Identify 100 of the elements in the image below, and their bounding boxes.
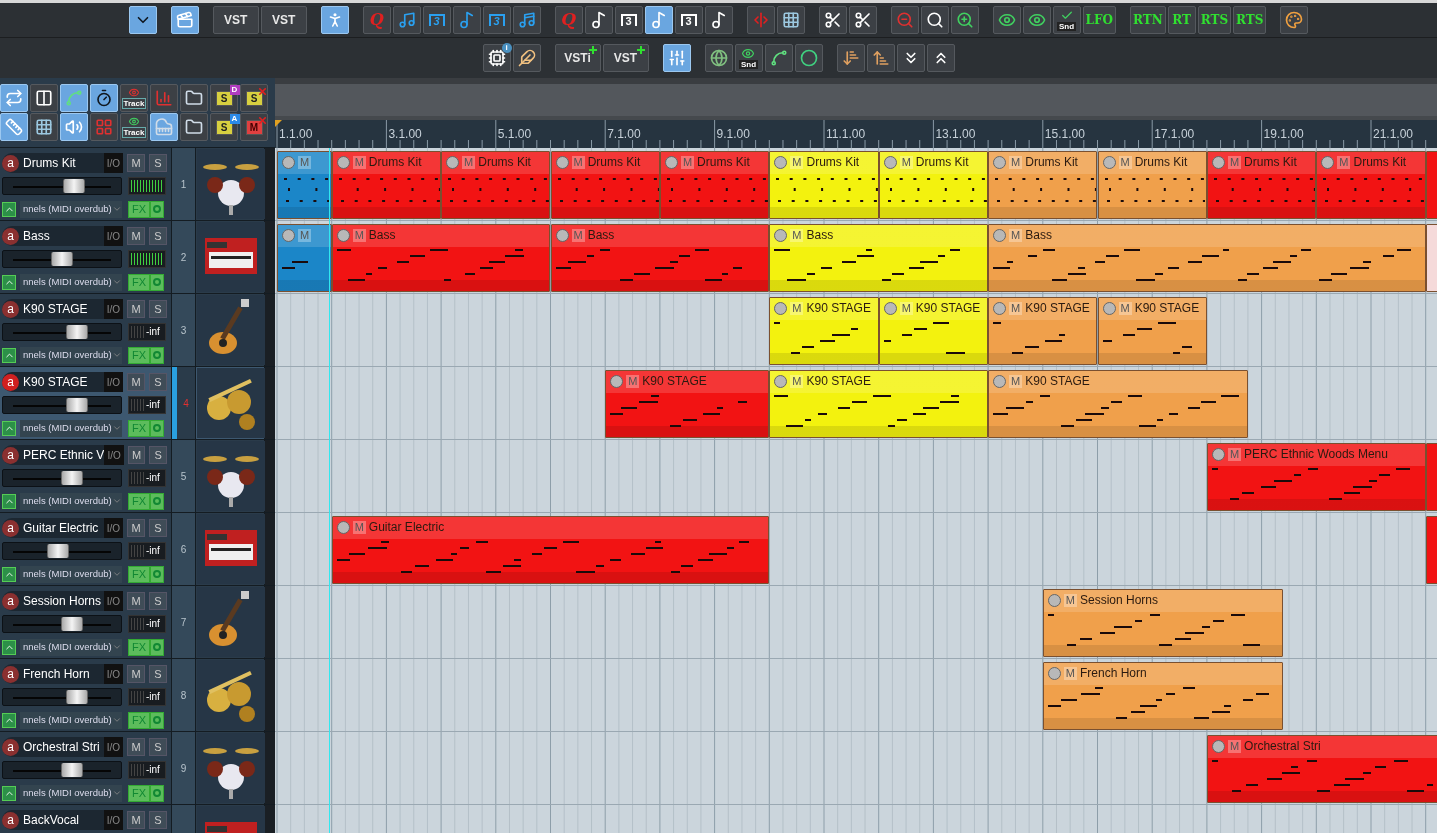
track-header[interactable]: a Bass I/O M S nnels (MIDI overdub) FX 2 <box>0 221 275 294</box>
volume-fader[interactable] <box>2 469 122 487</box>
tool-button[interactable] <box>644 6 673 34</box>
midi-clip[interactable]: M Drums Kit <box>878 151 989 219</box>
midi-clip[interactable]: M Drums Kit <box>441 151 551 219</box>
tool-button[interactable] <box>320 6 349 34</box>
mute-button[interactable]: M <box>127 446 146 464</box>
midi-clip[interactable]: M Drums Kit <box>1316 151 1426 219</box>
solo-button[interactable]: S <box>149 227 167 245</box>
tool-button[interactable] <box>704 6 733 34</box>
toolbar-button[interactable]: VSTi <box>554 44 601 72</box>
fader-thumb[interactable] <box>60 617 83 631</box>
io-button[interactable]: I/O <box>103 810 123 830</box>
tool-button[interactable] <box>662 44 691 72</box>
power-button[interactable] <box>150 346 164 364</box>
mute-button[interactable]: M <box>127 300 145 318</box>
record-arm-button[interactable]: a <box>2 665 19 683</box>
midi-clip[interactable]: M Drums Kit <box>550 151 660 219</box>
tool-button[interactable] <box>818 6 847 34</box>
automation-button[interactable] <box>2 420 16 436</box>
tool-button[interactable] <box>180 84 208 112</box>
solo-button[interactable]: S <box>149 665 167 683</box>
record-arm-button[interactable]: a <box>2 446 19 464</box>
power-button[interactable] <box>150 200 164 218</box>
power-button[interactable] <box>150 711 164 729</box>
solo-button[interactable]: S <box>149 811 167 829</box>
toolbar-button[interactable]: VST <box>602 44 649 72</box>
fader-thumb[interactable] <box>66 325 89 339</box>
record-arm-button[interactable]: a <box>2 592 19 610</box>
tool-button[interactable]: Snd <box>734 44 763 72</box>
midi-clip[interactable]: M K90 STAGE <box>605 370 770 438</box>
fader-thumb[interactable] <box>60 471 83 485</box>
midi-clip[interactable]: M Drums Kit <box>1097 151 1207 219</box>
input-dropdown[interactable]: nnels (MIDI overdub) <box>20 346 122 364</box>
tool-button[interactable] <box>848 6 877 34</box>
record-arm-button[interactable]: a <box>2 373 19 391</box>
io-button[interactable]: I/O <box>103 664 123 684</box>
midi-clip[interactable]: M K90 STAGE <box>1097 297 1207 365</box>
midi-clip[interactable]: M K90 STAGE <box>769 297 879 365</box>
fader-thumb[interactable] <box>62 179 85 193</box>
track-header[interactable]: a Guitar Electric I/O M S -inf nnels (MIDI overdub) FX 6 <box>0 513 275 586</box>
automation-button[interactable] <box>2 347 16 363</box>
automation-button[interactable] <box>2 201 16 217</box>
tool-button[interactable] <box>1280 6 1309 34</box>
mute-button[interactable]: M <box>127 227 145 245</box>
input-dropdown[interactable]: nnels (MIDI overdub) <box>20 784 122 802</box>
tool-button[interactable]: M <box>240 113 268 141</box>
automation-button[interactable] <box>2 493 16 509</box>
input-dropdown[interactable]: nnels (MIDI overdub) <box>20 200 122 218</box>
midi-clip[interactable]: M K90 STAGE <box>988 297 1098 365</box>
solo-button[interactable]: S <box>149 373 167 391</box>
tool-button[interactable]: Track <box>120 84 148 112</box>
toolbar-button[interactable]: VST <box>212 6 259 34</box>
tool-button[interactable]: 3 <box>614 6 643 34</box>
input-dropdown[interactable]: nnels (MIDI overdub) <box>20 273 122 291</box>
fader-thumb[interactable] <box>47 544 70 558</box>
input-dropdown[interactable]: nnels (MIDI overdub) <box>20 565 122 583</box>
fader-thumb[interactable] <box>51 252 73 266</box>
volume-fader[interactable] <box>2 688 122 706</box>
track-header[interactable]: a BackVocal I/O M S <box>0 805 275 833</box>
tool-button[interactable] <box>30 113 58 141</box>
midi-clip[interactable]: M Drums Kit <box>769 151 879 219</box>
tool-button[interactable] <box>776 6 805 34</box>
tool-button[interactable]: S A <box>210 113 238 141</box>
io-button[interactable]: I/O <box>103 518 123 538</box>
midi-clip[interactable]: M K90 STAGE <box>878 297 989 365</box>
tool-button[interactable] <box>128 6 157 34</box>
tool-button[interactable]: S <box>240 84 268 112</box>
volume-fader[interactable] <box>2 761 122 779</box>
volume-fader[interactable] <box>2 250 122 268</box>
midi-clip[interactable]: M Session Horns <box>1042 589 1284 657</box>
midi-clip[interactable]: M PERC Ethnic Woods Menu <box>1206 443 1426 511</box>
midi-clip[interactable]: M Guitar Electric <box>331 516 770 584</box>
midi-clip[interactable]: M <box>277 151 332 219</box>
volume-fader[interactable] <box>2 615 122 633</box>
track-header[interactable]: a K90 STAGE I/O M S -inf nnels (MIDI overdub) FX 4 <box>0 367 275 440</box>
toolbar-button[interactable]: VST <box>260 6 307 34</box>
power-button[interactable] <box>150 419 164 437</box>
record-arm-button[interactable]: a <box>2 300 19 318</box>
automation-button[interactable] <box>2 785 16 801</box>
tool-button[interactable] <box>30 84 58 112</box>
tool-button[interactable] <box>950 6 979 34</box>
mute-button[interactable]: M <box>127 738 145 756</box>
input-dropdown[interactable]: nnels (MIDI overdub) <box>20 638 122 656</box>
automation-button[interactable] <box>2 639 16 655</box>
tool-button[interactable] <box>180 113 208 141</box>
tool-button[interactable] <box>704 44 733 72</box>
midi-clip[interactable]: M Bass <box>769 224 989 292</box>
toolbar-button[interactable]: RTS <box>1233 6 1267 34</box>
io-button[interactable]: I/O <box>103 299 123 319</box>
solo-button[interactable]: S <box>149 519 167 537</box>
track-header[interactable]: a K90 STAGE I/O M S -inf nnels (MIDI overdub) FX 3 <box>0 294 275 367</box>
mute-button[interactable]: M <box>127 519 145 537</box>
fader-thumb[interactable] <box>66 398 89 412</box>
automation-button[interactable] <box>2 566 16 582</box>
io-button[interactable]: I/O <box>103 591 123 611</box>
automation-button[interactable] <box>2 712 16 728</box>
solo-button[interactable]: S <box>149 154 167 172</box>
track-header[interactable]: a Session Horns I/O M S -inf nnels (MIDI overdub) FX 7 <box>0 586 275 659</box>
midi-clip[interactable]: M Orchestral Stri <box>1206 735 1437 803</box>
